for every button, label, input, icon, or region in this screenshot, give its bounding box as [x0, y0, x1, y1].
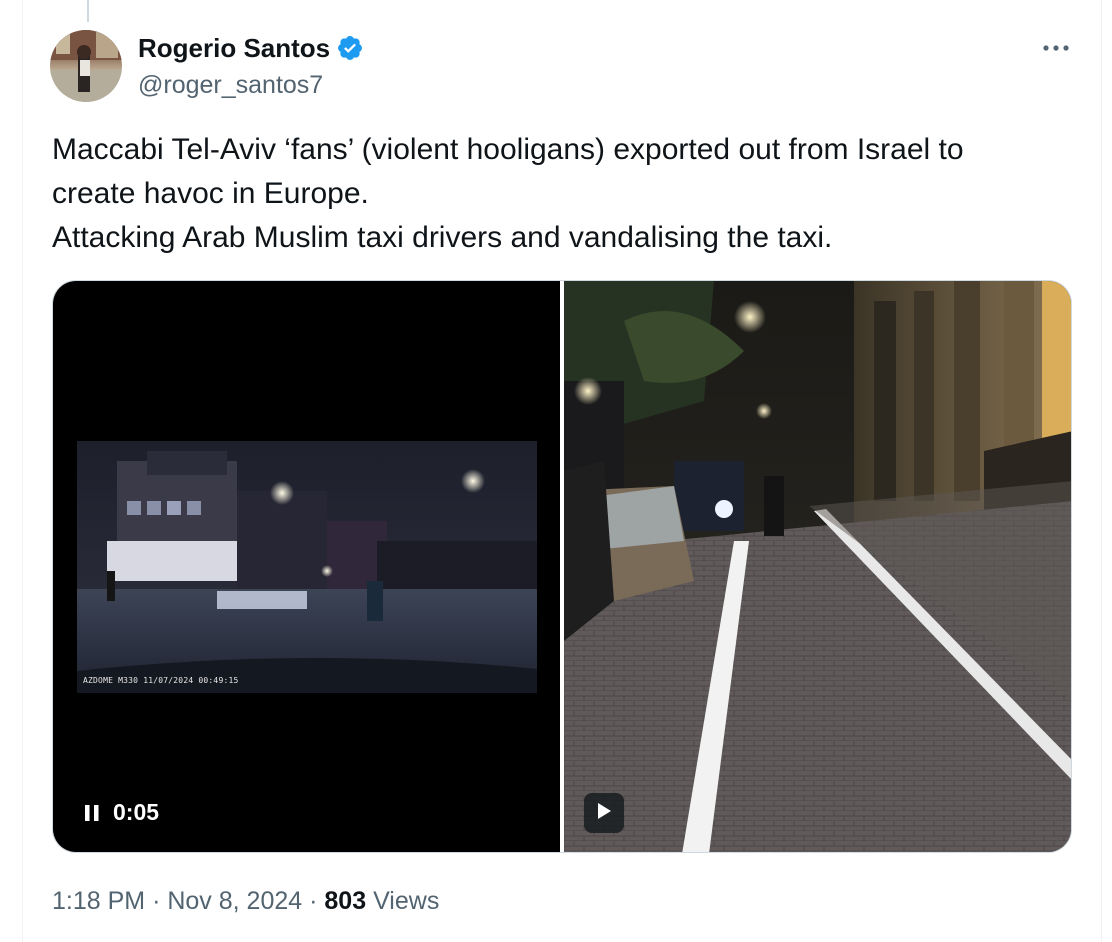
more-horizontal-icon[interactable]	[1038, 36, 1074, 60]
right-video[interactable]	[564, 281, 1071, 852]
avatar[interactable]	[50, 30, 122, 102]
meta-separator: ·	[309, 887, 318, 915]
verified-badge-icon	[336, 34, 364, 62]
pause-icon[interactable]	[83, 802, 101, 824]
media-grid: AZDOME M330 11/07/2024 00:49:15 0:05	[52, 280, 1072, 853]
thread-connector-line	[87, 0, 89, 22]
tweet-metadata: 1:18 PM · Nov 8, 2024 · 803 Views	[52, 884, 439, 918]
author-display-name[interactable]: Rogerio Santos	[138, 33, 330, 63]
tweet-time[interactable]: 1:18 PM	[52, 887, 145, 915]
author-name-row[interactable]: Rogerio Santos	[138, 33, 364, 63]
tweet-text: Maccabi Tel-Aviv ‘fans’ (violent hooliga…	[52, 128, 1072, 260]
author-handle[interactable]: @roger_santos7	[138, 70, 323, 100]
meta-separator: ·	[152, 887, 161, 915]
play-button[interactable]	[584, 793, 624, 833]
tweet-date[interactable]: Nov 8, 2024	[167, 887, 302, 915]
play-icon	[595, 801, 613, 826]
tweet-text-line: Attacking Arab Muslim taxi drivers and v…	[52, 221, 833, 254]
left-video[interactable]: AZDOME M330 11/07/2024 00:49:15 0:05	[53, 281, 560, 852]
dashcam-frame: AZDOME M330 11/07/2024 00:49:15	[77, 441, 537, 693]
tweet-text-line: Maccabi Tel-Aviv ‘fans’ (violent hooliga…	[52, 133, 964, 166]
dashcam-timestamp: AZDOME M330 11/07/2024 00:49:15	[83, 676, 239, 685]
views-label: Views	[373, 887, 440, 915]
tweet-text-line: create havoc in Europe.	[52, 177, 369, 210]
video-playback-controls[interactable]: 0:05	[83, 799, 159, 826]
views-count[interactable]: 803	[324, 887, 366, 915]
video-elapsed-time: 0:05	[113, 799, 160, 825]
